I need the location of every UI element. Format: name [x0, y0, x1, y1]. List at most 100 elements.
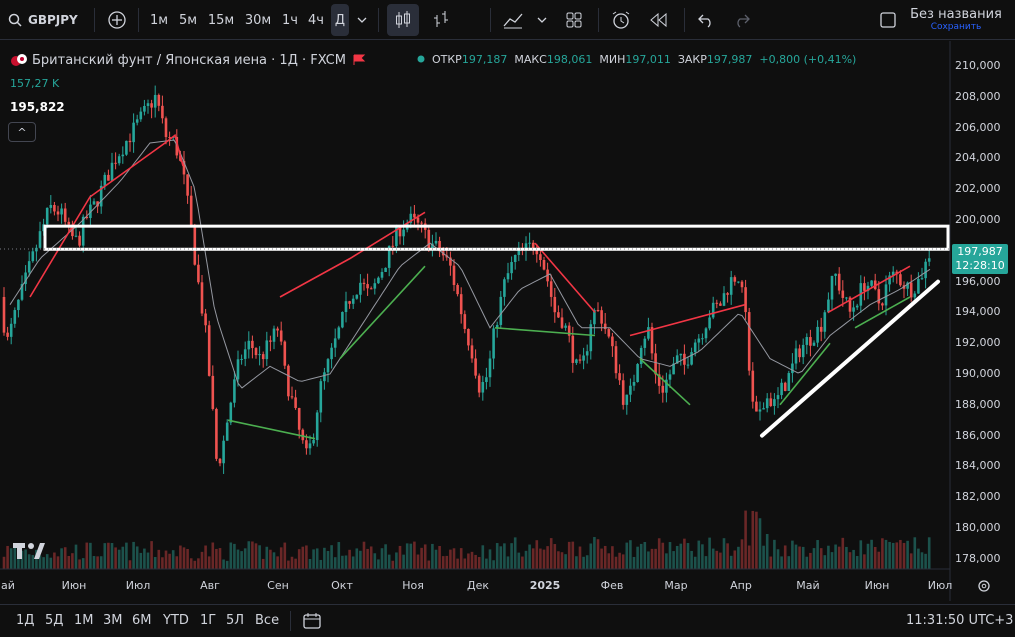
range-5d[interactable]: 5Д — [45, 613, 63, 628]
volume-bar — [477, 557, 481, 569]
candle-body — [762, 408, 765, 410]
volume-bar — [261, 558, 265, 569]
candle-body — [153, 94, 157, 108]
volume-bar — [171, 550, 175, 569]
candle-body — [737, 281, 740, 283]
layout-name-button[interactable]: Без названия Сохранить — [906, 0, 1006, 40]
volume-bar — [301, 546, 305, 569]
volume-bar — [629, 540, 632, 569]
alert-button[interactable] — [606, 0, 636, 40]
volume-bar — [434, 549, 438, 569]
volume-bar — [773, 539, 776, 569]
volume-bar — [384, 544, 387, 569]
volume-bar — [794, 544, 798, 569]
replay-button[interactable] — [644, 0, 674, 40]
price-chart[interactable] — [0, 41, 1015, 601]
redo-button[interactable] — [728, 0, 756, 40]
volume-bar — [60, 548, 63, 569]
range-1y[interactable]: 1Г — [200, 613, 216, 628]
candle-body — [6, 332, 9, 337]
interval-1d[interactable]: Д — [331, 4, 349, 36]
candle-body — [751, 370, 755, 402]
range-1d[interactable]: 1Д — [16, 613, 34, 628]
candle-body — [553, 296, 557, 313]
interval-1m[interactable]: 1м — [146, 0, 172, 40]
candle-body — [337, 327, 341, 339]
tradingview-logo[interactable] — [12, 540, 46, 567]
zigzag-green-segment — [494, 327, 596, 337]
volume-bar — [571, 541, 575, 569]
candle-body — [402, 229, 405, 237]
candle-body — [38, 231, 42, 248]
candle-body — [755, 401, 758, 412]
volume-bar — [639, 543, 643, 569]
compare-symbol-button[interactable] — [104, 0, 130, 40]
volume-bar — [683, 538, 686, 569]
range-6m[interactable]: 6М — [132, 613, 152, 628]
volume-bar — [751, 510, 755, 569]
volume-bar — [924, 553, 927, 569]
price-tick-label: 200,000 — [955, 213, 1001, 226]
volume-value: 157,27 K — [10, 77, 60, 90]
flag-icon[interactable] — [352, 54, 366, 66]
undo-button[interactable] — [692, 0, 720, 40]
volume-bar — [510, 543, 513, 569]
candles-chart-type-button[interactable] — [387, 4, 419, 36]
candle-body — [477, 375, 481, 393]
volume-bar — [528, 544, 531, 569]
range-5y[interactable]: 5Л — [226, 613, 244, 628]
time-tick-label: Июн — [864, 579, 890, 592]
interval-15m[interactable]: 15м — [204, 0, 238, 40]
volume-bar — [845, 546, 848, 569]
settings-gear-icon[interactable] — [976, 578, 992, 594]
volume-bar — [189, 558, 193, 569]
volume-bar — [445, 555, 449, 569]
candle-body — [117, 156, 121, 164]
interval-4h[interactable]: 4ч — [304, 0, 328, 40]
volume-bar — [207, 556, 211, 569]
range-all[interactable]: Все — [255, 613, 279, 628]
interval-5m[interactable]: 5м — [174, 0, 202, 40]
candle-body — [229, 402, 233, 423]
candle-body — [927, 258, 931, 262]
volume-bar — [647, 551, 650, 569]
candle-body — [215, 408, 218, 459]
volume-bar — [830, 552, 834, 569]
volume-bar — [611, 546, 614, 569]
candle-body — [578, 359, 582, 361]
volume-bar — [405, 543, 409, 569]
volume-bar — [495, 543, 499, 569]
clock-timezone[interactable]: 11:31:50 UTC+3 — [906, 613, 1013, 628]
volume-bar — [582, 556, 585, 569]
range-3m[interactable]: 3М — [103, 613, 123, 628]
indicators-button[interactable] — [498, 0, 528, 40]
candle-body — [668, 374, 672, 380]
interval-1h[interactable]: 1ч — [278, 0, 302, 40]
calendar-range-icon[interactable] — [302, 611, 322, 631]
volume-bar — [157, 549, 161, 569]
interval-dropdown[interactable] — [352, 0, 372, 40]
range-1m[interactable]: 1М — [74, 613, 94, 628]
volume-bar — [567, 541, 571, 569]
volume-bar — [2, 556, 6, 569]
layout-square-icon-button[interactable] — [876, 0, 900, 40]
volume-bar — [719, 552, 722, 569]
range-ytd[interactable]: YTD — [163, 613, 189, 628]
indicators-dropdown[interactable] — [532, 0, 552, 40]
collapse-legend-button[interactable]: ^ — [8, 122, 36, 142]
candle-body — [420, 222, 423, 224]
volume-bar — [45, 554, 49, 569]
interval-30m[interactable]: 30м — [240, 0, 276, 40]
bar-chart-type-button[interactable] — [426, 0, 456, 40]
ohlc-values: ОТКР197,187 МАКС198,061 МИН197,011 ЗАКР1… — [432, 53, 856, 66]
volume-bar — [290, 556, 294, 569]
templates-button[interactable] — [560, 0, 588, 40]
volume-bar — [625, 542, 629, 569]
volume-bar — [809, 552, 812, 569]
candle-body — [193, 225, 197, 265]
candle-body — [258, 354, 261, 356]
volume-bar — [762, 545, 765, 569]
volume-bar — [294, 558, 297, 569]
symbol-search[interactable]: GBPJPY — [8, 0, 86, 40]
chart-pane[interactable] — [0, 41, 1015, 601]
